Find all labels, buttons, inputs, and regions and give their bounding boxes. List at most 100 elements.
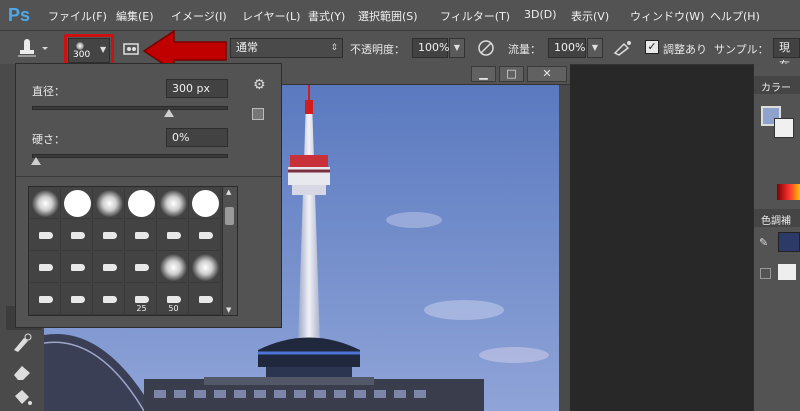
clone-source-icon (123, 43, 139, 55)
brush-tip-icon (39, 296, 53, 303)
diameter-slider-thumb[interactable] (164, 109, 175, 117)
aligned-label: 調整あり (663, 43, 707, 56)
mode-select[interactable]: 通常 ⇕ (230, 38, 343, 58)
menu-bar: Ps ファイル(F) 編集(E) イメージ(I) レイヤー(L) 書式(Y) 選… (0, 0, 800, 31)
app-logo: Ps (8, 5, 31, 25)
brush-preset-cell[interactable] (94, 188, 125, 219)
stamp-icon (18, 39, 48, 57)
color-ramp[interactable] (777, 184, 800, 200)
new-preset-icon[interactable] (252, 108, 264, 120)
menu-edit[interactable]: 編集(E) (116, 8, 154, 24)
soft-round-brush-icon (192, 254, 219, 281)
paint-bucket-icon (15, 390, 32, 405)
scroll-up-arrow-icon[interactable]: ▲ (226, 188, 231, 196)
brush-preset-cell[interactable] (62, 284, 93, 315)
brush-preset-cell[interactable] (30, 188, 61, 219)
diameter-input[interactable]: 300 px (166, 79, 228, 98)
opacity-label: 不透明度： (350, 43, 405, 56)
menu-select[interactable]: 選択範囲(S) (358, 8, 418, 24)
checkmark-icon: ✓ (647, 40, 657, 53)
brush-preset-cell[interactable]: 50 (158, 284, 189, 315)
brush-tip-icon (39, 264, 53, 271)
eraser-tool[interactable] (10, 360, 34, 382)
soft-round-brush-icon (160, 254, 187, 281)
brush-preset-cell[interactable] (158, 220, 189, 251)
soft-brush-preview-icon (76, 42, 84, 50)
menu-layer[interactable]: レイヤー(L) (242, 8, 300, 24)
clone-source-panel-button[interactable] (122, 40, 140, 58)
scroll-down-arrow-icon[interactable]: ▼ (226, 306, 231, 314)
brush-preset-cell[interactable] (190, 220, 221, 251)
close-button[interactable]: ✕ (527, 66, 567, 82)
menu-view[interactable]: 表示(V) (571, 8, 609, 24)
brush-preset-cell[interactable] (190, 284, 221, 315)
sample-label: サンプル： (714, 43, 769, 56)
menu-window[interactable]: ウィンドウ(W) (630, 8, 704, 24)
brush-preset-cell[interactable] (30, 252, 61, 283)
brush-preset-icon[interactable]: ✎ (759, 236, 775, 250)
brush-tip-icon (135, 264, 149, 271)
paint-bucket-tool[interactable] (10, 386, 34, 408)
background-color-swatch[interactable] (774, 118, 794, 138)
history-brush-tool[interactable] (10, 332, 34, 354)
brush-picker-button[interactable]: 300 ▼ (68, 38, 110, 63)
brush-preset-cell[interactable] (62, 252, 93, 283)
brush-preset-cell[interactable] (30, 220, 61, 251)
flow-input[interactable]: 100% (548, 38, 586, 58)
diameter-label: 直径： (32, 85, 65, 98)
presets-scroll-thumb[interactable] (225, 207, 234, 225)
brush-preset-cell[interactable] (126, 188, 157, 219)
minimize-button[interactable]: ▁ (471, 66, 496, 82)
opacity-input[interactable]: 100% (412, 38, 449, 58)
presets-scrollbar[interactable]: ▲ ▼ (222, 187, 237, 315)
brush-preset-cell[interactable] (158, 188, 189, 219)
brush-tip-icon (199, 232, 213, 239)
stamp-tool-preset[interactable] (10, 36, 50, 60)
diameter-slider[interactable] (32, 106, 228, 110)
document-icon (778, 264, 796, 280)
brush-preset-cell[interactable] (94, 284, 125, 315)
opacity-dropdown[interactable]: ▼ (449, 38, 465, 58)
brush-preset-cell[interactable] (126, 220, 157, 251)
menu-3d[interactable]: 3D(D) (524, 8, 557, 21)
adjustments-tab[interactable]: 色調補 (754, 209, 800, 227)
brush-preset-cell[interactable] (190, 188, 221, 219)
aligned-checkbox[interactable]: ✓ (645, 40, 659, 54)
color-tab[interactable]: カラー (754, 76, 800, 94)
hardness-slider-thumb[interactable] (31, 157, 41, 165)
menu-help[interactable]: ヘルプ(H) (710, 8, 760, 24)
brush-preset-cell[interactable] (30, 284, 61, 315)
brush-preset-cell[interactable] (190, 252, 221, 283)
brush-preset-cell[interactable] (126, 252, 157, 283)
brush-preset-cell[interactable] (62, 188, 93, 219)
hardness-input[interactable]: 0% (166, 128, 228, 147)
flow-dropdown[interactable]: ▼ (587, 38, 603, 58)
flow-label: 流量： (508, 43, 541, 56)
document-scrollbar[interactable] (559, 85, 570, 411)
menu-filter[interactable]: フィルター(T) (440, 8, 510, 24)
updown-arrow-icon: ⇕ (330, 43, 338, 53)
menu-image[interactable]: イメージ(I) (171, 8, 227, 24)
hardness-slider[interactable] (32, 154, 228, 158)
brush-preset-cell[interactable] (62, 220, 93, 251)
adjustments-tab-label: 色調補 (761, 216, 791, 227)
brush-size-value: 300 (73, 50, 91, 60)
menu-type[interactable]: 書式(Y) (308, 8, 345, 24)
right-panel-dock: カラー 色調補 ✎ (753, 64, 800, 411)
maximize-button[interactable]: □ (499, 66, 524, 82)
airbrush-button[interactable] (612, 38, 634, 58)
eraser-icon (14, 366, 30, 380)
visibility-checkbox[interactable] (760, 268, 771, 279)
tablet-pressure-opacity-button[interactable] (476, 38, 496, 58)
gear-icon[interactable]: ⚙ (253, 77, 273, 95)
brush-preset-cell[interactable]: 25 (126, 284, 157, 315)
sample-select[interactable]: 現在 (773, 38, 800, 72)
brush-tip-icon (167, 296, 181, 303)
brush-preset-cell[interactable] (94, 220, 125, 251)
menu-file[interactable]: ファイル(F) (48, 8, 107, 24)
hardness-label: 硬さ： (32, 133, 65, 146)
layer-thumbnail[interactable] (778, 232, 800, 252)
brush-preset-cell[interactable] (94, 252, 125, 283)
divider (16, 176, 281, 177)
brush-preset-cell[interactable] (158, 252, 189, 283)
